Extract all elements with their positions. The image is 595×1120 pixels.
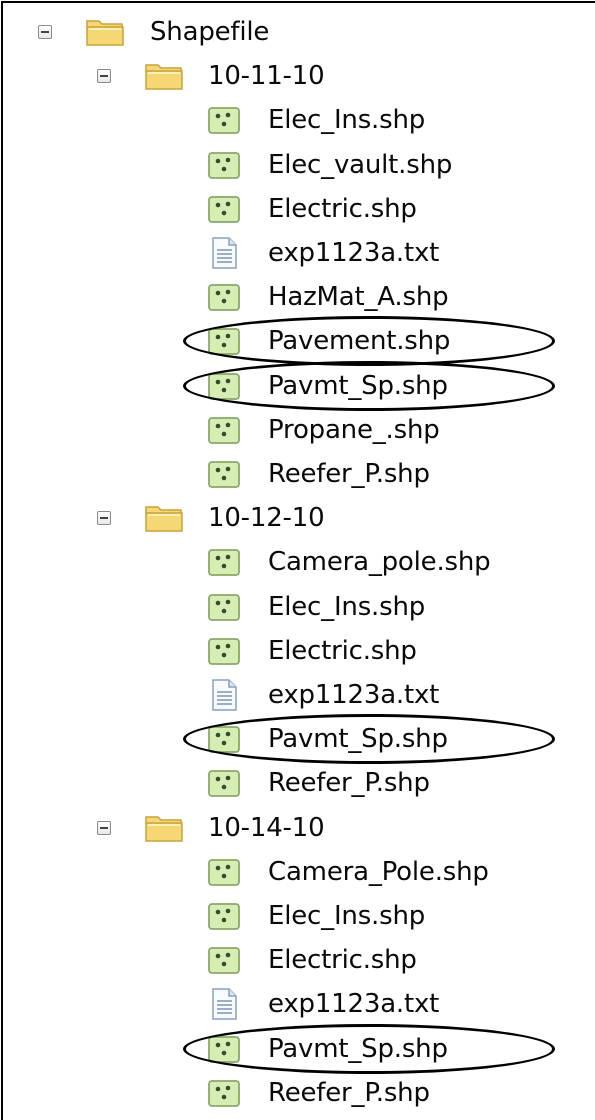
folder-label: 10-14-10 <box>208 812 325 843</box>
tree-node-shapefile[interactable]: Reefer_P.shp <box>0 762 595 806</box>
folder-icon <box>84 15 126 49</box>
point-shapefile-icon <box>203 192 245 226</box>
tree-node-folder[interactable]: 10-11-10 <box>0 55 595 99</box>
file-label: Elec_Ins.shp <box>268 901 426 931</box>
tree-node-shapefile[interactable]: Reefer_P.shp <box>0 1072 595 1116</box>
tree-node-shapefile[interactable]: Electric.shp <box>0 939 595 983</box>
tree-node-shapefile[interactable]: HazMat_A.shp <box>0 276 595 320</box>
collapse-toggle-icon[interactable] <box>97 69 111 84</box>
collapse-toggle-icon[interactable] <box>97 511 111 526</box>
tree-node-root[interactable]: Shapefile <box>0 11 595 55</box>
tree-node-shapefile[interactable]: Reefer_P.shp <box>0 453 595 497</box>
file-label: Reefer_P.shp <box>268 1077 430 1108</box>
point-shapefile-icon <box>203 103 245 137</box>
tree-node-shapefile[interactable]: Propane_.shp <box>0 409 595 453</box>
file-label: Pavmt_Sp.shp <box>268 724 448 755</box>
file-label: Electric.shp <box>268 945 417 976</box>
folder-label: 10-12-10 <box>208 503 325 534</box>
point-shapefile-icon <box>203 280 245 314</box>
file-label: exp1123a.txt <box>268 680 440 710</box>
file-label: Camera_pole.shp <box>268 547 491 578</box>
point-shapefile-icon <box>203 1032 245 1066</box>
point-shapefile-icon <box>203 413 245 447</box>
file-label: Electric.shp <box>268 635 417 666</box>
file-label: Elec_vault.shp <box>268 149 453 180</box>
point-shapefile-icon <box>203 148 245 182</box>
point-shapefile-icon <box>203 634 245 668</box>
tree-node-shapefile[interactable]: Elec_Ins.shp <box>0 895 595 939</box>
tree-node-shapefile[interactable]: Camera_Pole.shp <box>0 851 595 895</box>
point-shapefile-icon <box>203 1076 245 1110</box>
file-label: Reefer_P.shp <box>268 459 430 489</box>
file-label: Propane_.shp <box>268 414 440 445</box>
tree-node-shapefile[interactable]: Elec_Ins.shp <box>0 99 595 143</box>
file-label: Pavement.shp <box>268 326 451 357</box>
file-label: Pavmt_Sp.shp <box>268 370 448 401</box>
point-shapefile-icon <box>203 855 245 889</box>
file-label: Elec_Ins.shp <box>268 591 426 622</box>
point-shapefile-icon <box>203 899 245 933</box>
point-shapefile-icon <box>203 943 245 977</box>
folder-icon <box>143 811 185 845</box>
point-shapefile-icon <box>203 766 245 800</box>
file-label: HazMat_A.shp <box>268 282 449 313</box>
point-shapefile-icon <box>203 457 245 491</box>
tree-node-shapefile[interactable]: Camera_pole.shp <box>0 541 595 585</box>
tree-node-shapefile[interactable]: Electric.shp <box>0 630 595 674</box>
folder-label: 10-11-10 <box>208 61 325 92</box>
file-label: exp1123a.txt <box>268 989 440 1020</box>
text-file-icon <box>203 236 245 270</box>
tree-node-shapefile[interactable]: Elec_vault.shp <box>0 144 595 188</box>
text-file-icon <box>203 987 245 1021</box>
file-label: Reefer_P.shp <box>268 768 430 799</box>
tree-node-shapefile[interactable]: Electric.shp <box>0 188 595 232</box>
file-label: Elec_Ins.shp <box>268 105 426 136</box>
point-shapefile-icon <box>203 324 245 358</box>
catalog-tree: Shapefile 10-11-10 Elec_Ins.shp Elec_vault.… <box>0 0 595 1119</box>
file-label: Camera_Pole.shp <box>268 856 489 887</box>
tree-node-shapefile[interactable]: Pavmt_Sp.shp <box>0 365 595 409</box>
file-label: exp1123a.txt <box>268 238 440 268</box>
folder-label: Shapefile <box>150 17 270 47</box>
tree-node-shapefile[interactable]: Pavmt_Sp.shp <box>0 718 595 762</box>
file-label: Pavmt_Sp.shp <box>268 1033 448 1064</box>
folder-icon <box>143 501 185 535</box>
text-file-icon <box>203 678 245 712</box>
tree-node-shapefile[interactable]: Pavement.shp <box>0 320 595 364</box>
tree-node-folder[interactable]: 10-14-10 <box>0 807 595 851</box>
tree-node-shapefile[interactable]: Elec_Ins.shp <box>0 586 595 630</box>
point-shapefile-icon <box>203 722 245 756</box>
collapse-toggle-icon[interactable] <box>97 820 111 835</box>
tree-node-shapefile[interactable]: Pavmt_Sp.shp <box>0 1028 595 1072</box>
tree-node-text-file[interactable]: exp1123a.txt <box>0 983 595 1027</box>
tree-node-text-file[interactable]: exp1123a.txt <box>0 674 595 718</box>
folder-icon <box>143 59 185 93</box>
point-shapefile-icon <box>203 369 245 403</box>
point-shapefile-icon <box>203 545 245 579</box>
tree-node-folder[interactable]: 10-12-10 <box>0 497 595 541</box>
file-label: Electric.shp <box>268 193 417 224</box>
tree-node-text-file[interactable]: exp1123a.txt <box>0 232 595 276</box>
point-shapefile-icon <box>203 590 245 624</box>
collapse-toggle-icon[interactable] <box>38 25 52 39</box>
